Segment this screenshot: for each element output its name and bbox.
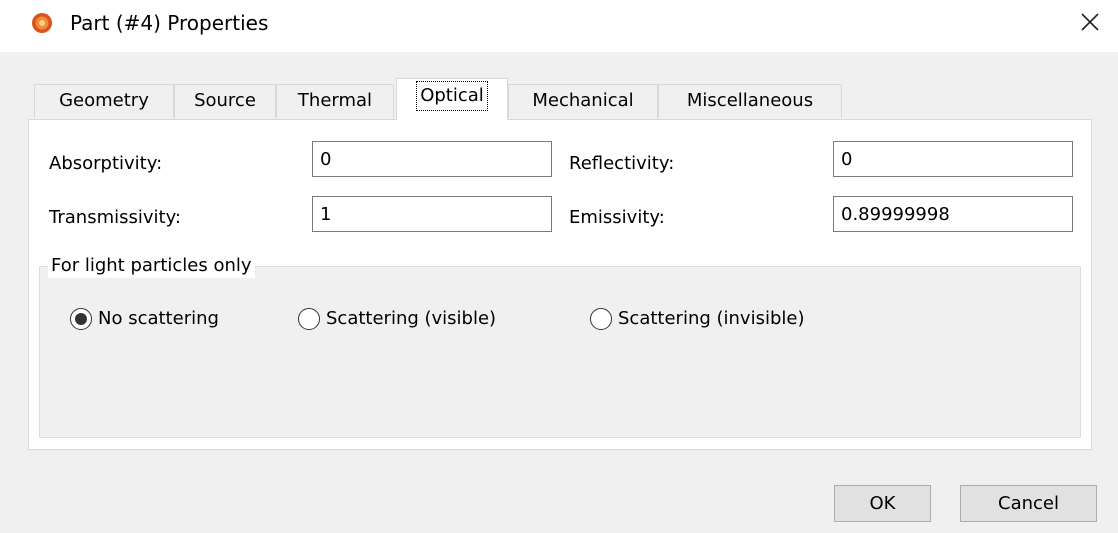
- tab-thermal[interactable]: Thermal: [276, 84, 394, 118]
- tab-label: Geometry: [59, 90, 149, 111]
- radio-selected-dot: [75, 313, 87, 325]
- light-particles-group: For light particles only No scattering S…: [39, 254, 1081, 438]
- radio-button-icon: [70, 308, 92, 330]
- reflectivity-input[interactable]: [833, 141, 1073, 177]
- tab-optical[interactable]: Optical: [396, 78, 508, 120]
- group-title: For light particles only: [48, 254, 255, 278]
- tab-geometry[interactable]: Geometry: [34, 84, 174, 118]
- sun-icon: [31, 12, 53, 34]
- radio-scattering-invisible[interactable]: Scattering (invisible): [590, 305, 805, 333]
- absorptivity-input[interactable]: [312, 141, 552, 177]
- emissivity-label: Emissivity:: [569, 207, 665, 228]
- window-title: Part (#4) Properties: [70, 11, 269, 35]
- ok-button[interactable]: OK: [834, 485, 931, 522]
- radio-button-icon: [298, 308, 320, 330]
- tab-label: Thermal: [297, 90, 373, 111]
- tab-label: Mechanical: [532, 90, 634, 111]
- tab-miscellaneous[interactable]: Miscellaneous: [658, 84, 842, 118]
- radio-scattering-visible[interactable]: Scattering (visible): [298, 305, 496, 333]
- close-button[interactable]: [1072, 6, 1108, 42]
- radio-label: Scattering (visible): [326, 308, 497, 329]
- properties-dialog: Part (#4) Properties Geometry Source The…: [0, 0, 1118, 533]
- tab-label: Miscellaneous: [686, 90, 814, 111]
- radio-label: No scattering: [98, 308, 219, 329]
- cancel-button[interactable]: Cancel: [960, 485, 1097, 522]
- radio-no-scattering[interactable]: No scattering: [70, 305, 219, 333]
- emissivity-input[interactable]: [833, 196, 1073, 232]
- transmissivity-input[interactable]: [312, 196, 552, 232]
- absorptivity-label: Absorptivity:: [49, 153, 163, 174]
- radio-button-icon: [590, 308, 612, 330]
- reflectivity-label: Reflectivity:: [569, 153, 675, 174]
- tab-mechanical[interactable]: Mechanical: [508, 84, 658, 118]
- optical-panel: Absorptivity: Reflectivity: Transmissivi…: [28, 119, 1092, 450]
- transmissivity-label: Transmissivity:: [49, 207, 181, 228]
- close-icon: [1079, 11, 1101, 37]
- radio-label: Scattering (invisible): [618, 308, 805, 329]
- title-bar: Part (#4) Properties: [0, 0, 1118, 52]
- tab-label: Source: [194, 90, 256, 111]
- tab-label: Optical: [416, 81, 488, 111]
- tab-source[interactable]: Source: [174, 84, 276, 118]
